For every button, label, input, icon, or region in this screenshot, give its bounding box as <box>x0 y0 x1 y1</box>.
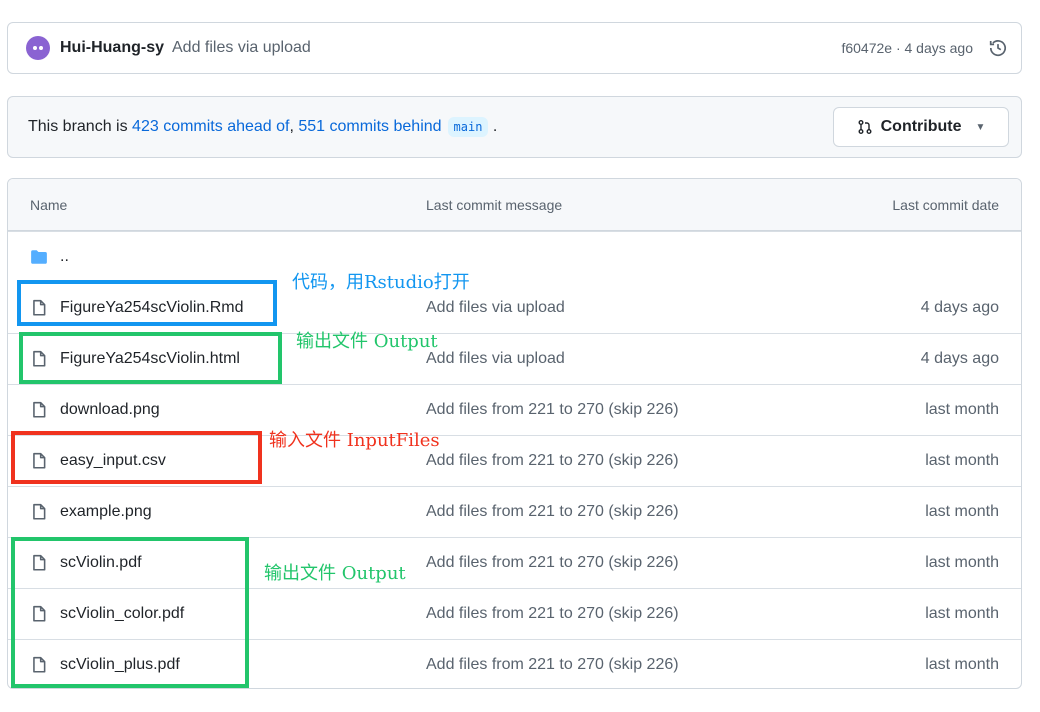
history-icon[interactable] <box>989 39 1007 57</box>
annotation-output-pdfs: 输出文件 Output <box>264 563 406 584</box>
file-icon <box>33 503 46 520</box>
annotation-output-html: 输出文件 Output <box>296 331 438 352</box>
commit-hash-time[interactable]: f60472e · 4 days ago <box>841 40 973 56</box>
branch-suffix: . <box>488 118 498 135</box>
commits-behind-link[interactable]: 551 commits behind <box>298 118 441 135</box>
table-row[interactable]: example.png Add files from 221 to 270 (sk… <box>8 486 1021 537</box>
pull-request-icon <box>858 120 872 134</box>
header-name: Name <box>30 196 68 213</box>
parent-link[interactable]: .. <box>60 248 69 266</box>
header-message: Last commit message <box>426 196 563 213</box>
contribute-label: Contribute <box>880 118 962 135</box>
commit-date-cell: last month <box>925 452 999 469</box>
latest-commit-bar: Hui-Huang-sy Add files via upload f60472… <box>7 22 1022 74</box>
annotation-box-input <box>11 431 262 484</box>
commit-date-cell: 4 days ago <box>920 350 999 367</box>
commit-author[interactable]: Hui-Huang-sy <box>60 39 164 57</box>
avatar[interactable] <box>26 36 50 60</box>
file-name-cell: download.png <box>8 401 426 419</box>
header-date: Last commit date <box>892 196 999 213</box>
commit-date-cell: last month <box>925 503 999 520</box>
contribute-button[interactable]: Contribute ▼ <box>833 107 1009 147</box>
file-icon <box>33 401 46 418</box>
annotation-box-output-html <box>19 332 282 384</box>
table-header: Name Last commit message Last commit dat… <box>8 179 1021 231</box>
file-name-cell: example.png <box>8 503 426 521</box>
table-row[interactable]: download.png Add files from 221 to 270 (s… <box>8 384 1021 435</box>
chevron-down-icon: ▼ <box>975 121 986 133</box>
folder-icon <box>31 250 47 264</box>
commit-date-cell: last month <box>925 656 999 673</box>
commit-date-cell: 4 days ago <box>920 298 999 316</box>
parent-cell: .. <box>8 248 426 266</box>
file-name-link[interactable]: download.png <box>60 401 160 419</box>
commit-message-cell[interactable]: Add files from 221 to 270 (skip 226) <box>426 503 801 521</box>
commit-message-cell[interactable]: Add files from 221 to 270 (skip 226) <box>426 656 801 674</box>
commit-date-cell: last month <box>925 554 999 571</box>
branch-name-pill[interactable]: main <box>447 117 489 137</box>
commit-date-cell: last month <box>925 605 999 622</box>
annotation-input: 输入文件 InputFiles <box>269 430 440 451</box>
branch-prefix: This branch is <box>28 118 133 135</box>
commit-message-cell[interactable]: Add files via upload <box>426 299 801 317</box>
commit-message-cell[interactable]: Add files from 221 to 270 (skip 226) <box>426 401 801 419</box>
commit-message-cell[interactable]: Add files via upload <box>426 350 801 368</box>
commit-message-cell[interactable]: Add files from 221 to 270 (skip 226) <box>426 452 801 470</box>
annotation-box-output-pdfs <box>11 537 249 688</box>
branch-status-bar: This branch is 423 commits ahead of, 551… <box>7 96 1022 158</box>
commit-message-cell[interactable]: Add files from 221 to 270 (skip 226) <box>426 605 801 623</box>
commit-message[interactable]: Add files via upload <box>172 39 311 57</box>
commit-date-cell: last month <box>925 401 999 418</box>
annotation-code: 代码，用Rstudio打开 <box>292 272 470 293</box>
parent-directory-row[interactable]: .. <box>8 231 1021 282</box>
file-name-link[interactable]: example.png <box>60 503 152 521</box>
commit-message-cell[interactable]: Add files from 221 to 270 (skip 226) <box>426 554 801 572</box>
branch-status-text: This branch is 423 commits ahead of, 551… <box>28 117 498 137</box>
annotation-box-code <box>17 280 277 326</box>
commits-ahead-link[interactable]: 423 commits ahead of <box>132 118 289 135</box>
